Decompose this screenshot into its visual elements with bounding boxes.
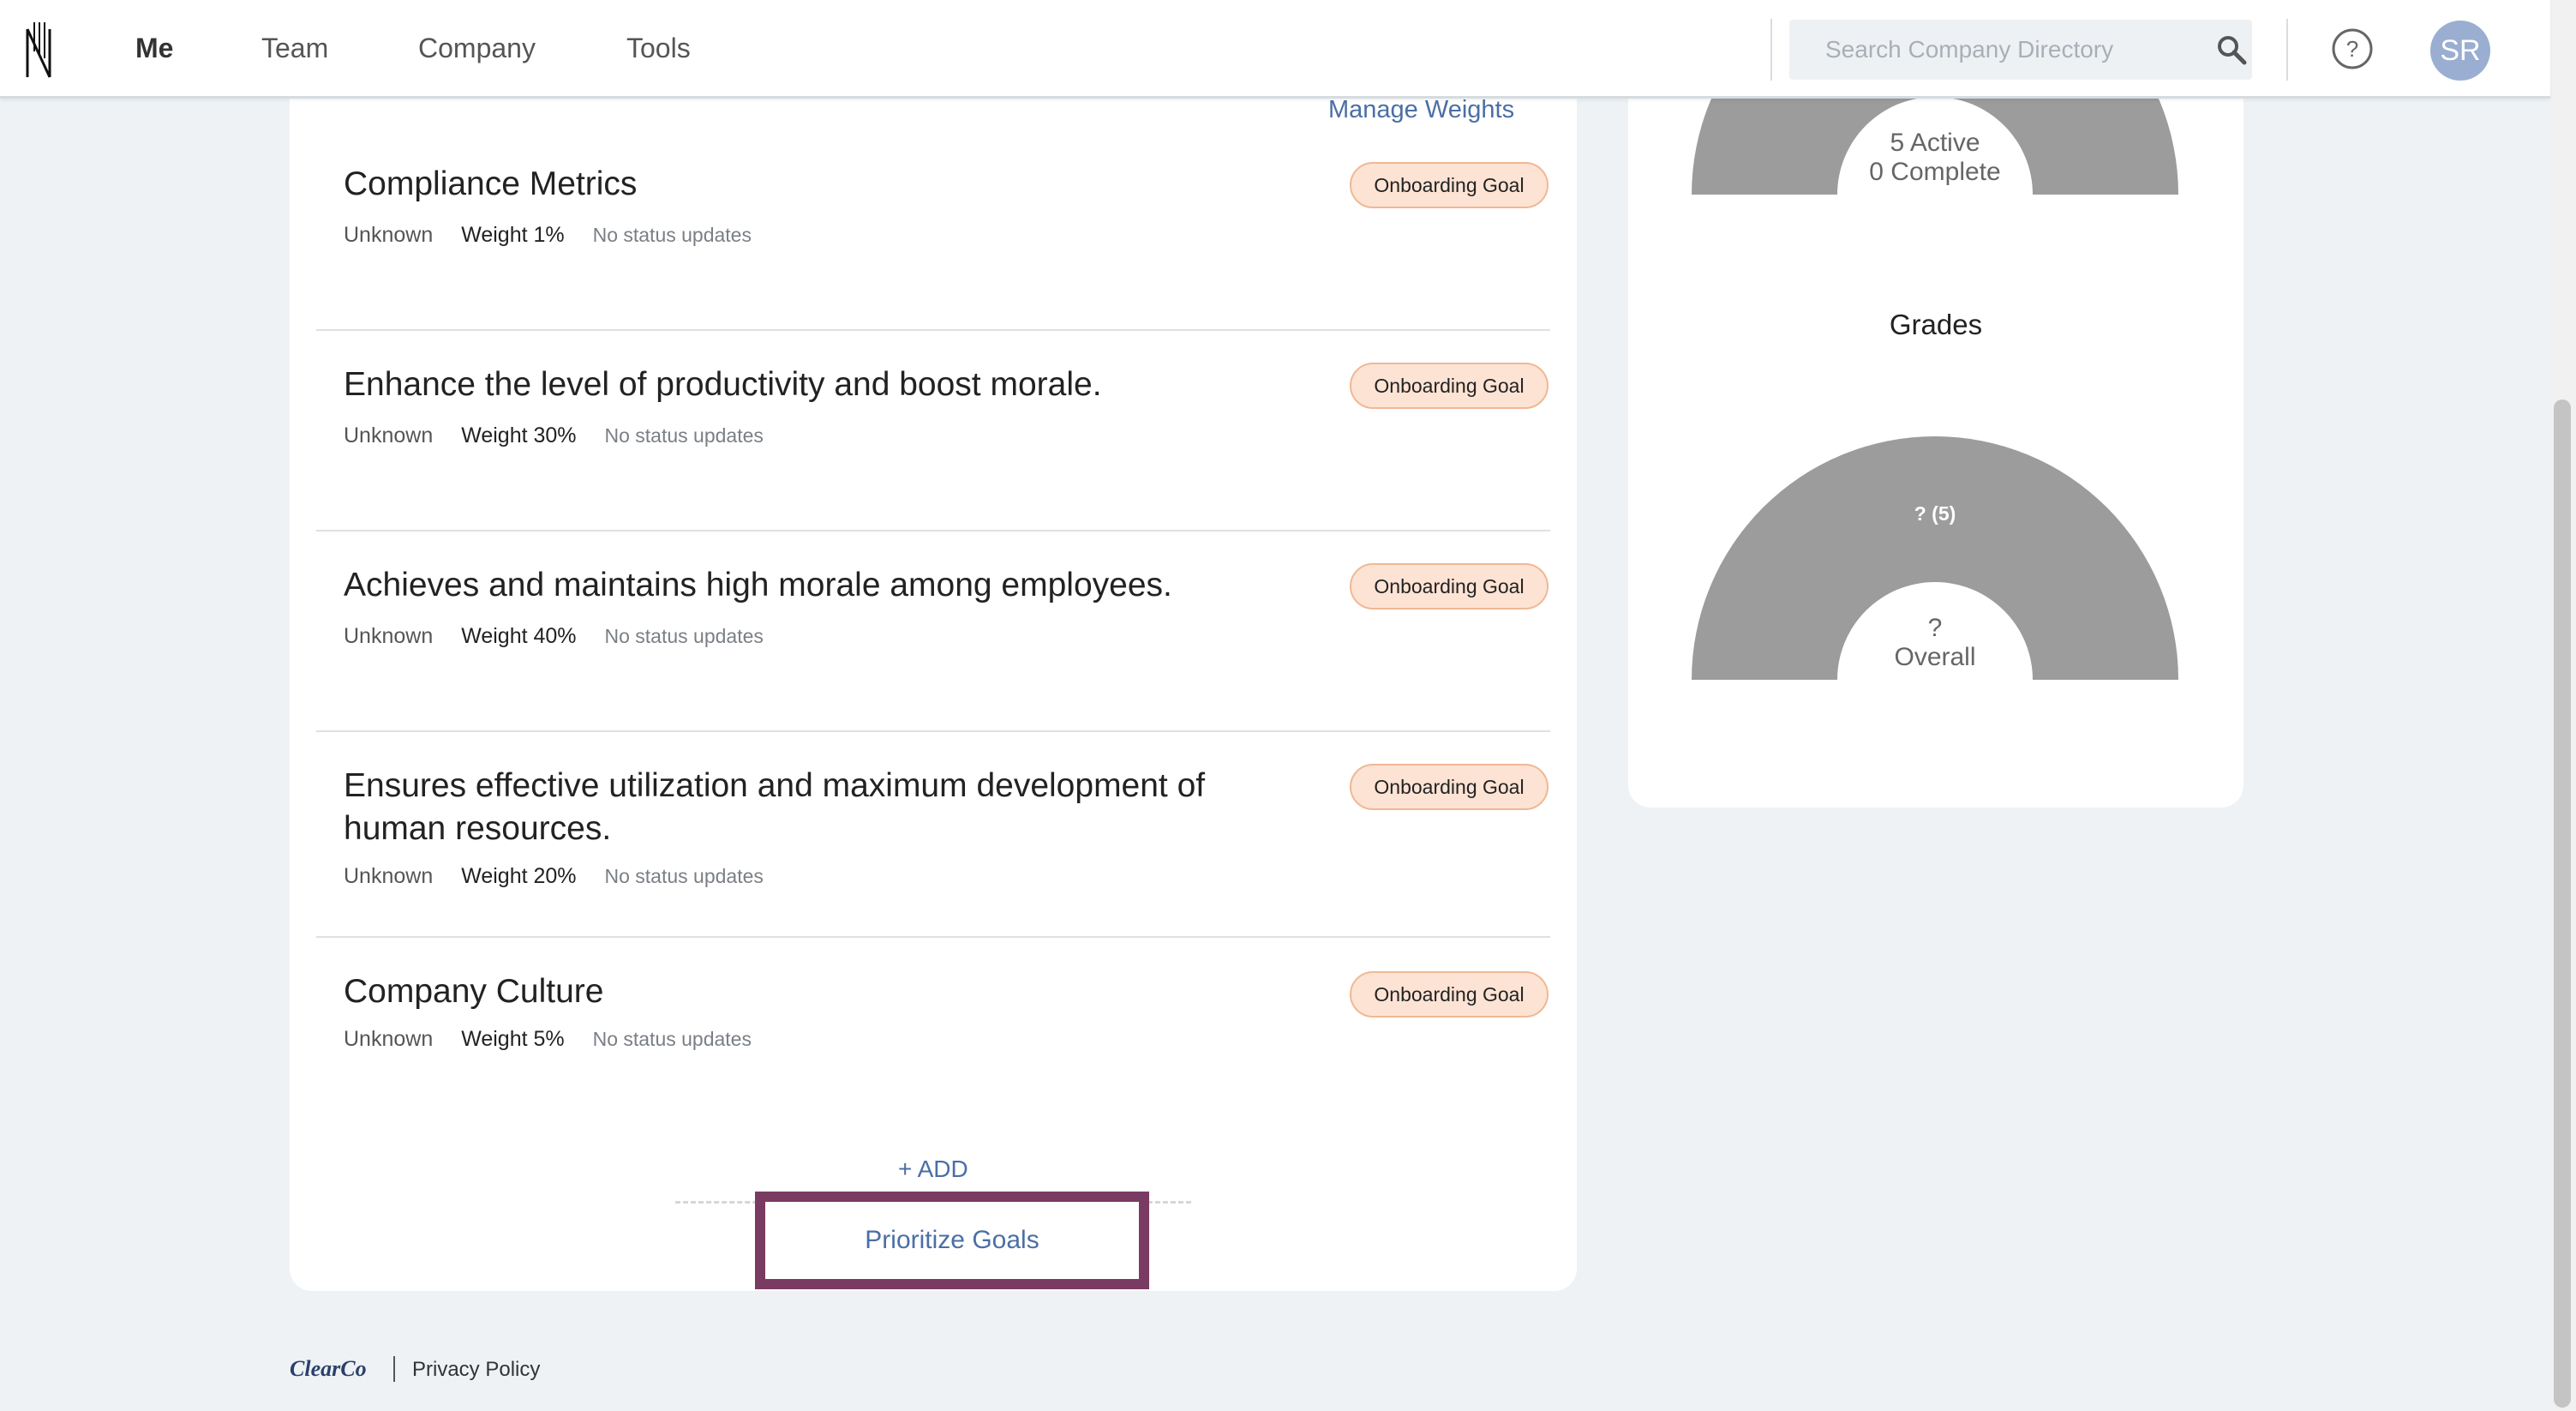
user-avatar[interactable]: SR xyxy=(2430,21,2490,81)
prioritize-goals-button[interactable]: Prioritize Goals xyxy=(765,1202,1139,1279)
goal-status: Unknown xyxy=(344,864,434,888)
nav-tab-company[interactable]: Company xyxy=(418,33,536,64)
goal-weight: Weight 40% xyxy=(461,624,577,648)
goal-divider xyxy=(316,936,1550,938)
goal-updates: No status updates xyxy=(604,424,764,447)
overall-grade-value: ? xyxy=(1927,614,1943,642)
nav-tab-team[interactable]: Team xyxy=(261,33,328,64)
grades-title: Grades xyxy=(1889,309,1983,340)
goal-title[interactable]: Ensures effective utilization and maximu… xyxy=(344,765,1312,850)
goal-updates: No status updates xyxy=(604,625,764,647)
onboarding-goal-badge: Onboarding Goal xyxy=(1350,363,1549,409)
goal-title[interactable]: Enhance the level of productivity and bo… xyxy=(344,363,1312,406)
goal-status: Unknown xyxy=(344,1027,434,1051)
goal-status: Unknown xyxy=(344,624,434,648)
onboarding-goal-badge: Onboarding Goal xyxy=(1350,563,1549,609)
nav-divider xyxy=(2286,19,2288,81)
search-container xyxy=(1789,20,2252,80)
goal-meta: Unknown Weight 40% No status updates xyxy=(344,624,764,649)
goal-divider xyxy=(316,730,1550,732)
manage-weights-link[interactable]: Manage Weights xyxy=(1328,96,1514,124)
goal-updates: No status updates xyxy=(592,1028,752,1050)
goal-updates: No status updates xyxy=(604,865,764,887)
grades-donut-summary: ? Overall xyxy=(1832,614,2038,672)
goal-meta: Unknown Weight 20% No status updates xyxy=(344,864,764,889)
goal-title[interactable]: Company Culture xyxy=(344,970,1312,1013)
goal-summary-card: ? (5) 5 Active 0 Complete Grades ? Overa… xyxy=(1628,51,2244,808)
overall-grade-label: Overall xyxy=(1894,643,1976,671)
search-input[interactable] xyxy=(1789,20,2192,80)
goal-meta: Unknown Weight 1% No status updates xyxy=(344,223,752,248)
company-logo: ClearCo xyxy=(290,1356,367,1381)
goals-card: Manage Weights Compliance Metrics Unknow… xyxy=(290,51,1577,1291)
status-donut-summary: 5 Active 0 Complete xyxy=(1832,129,2038,187)
onboarding-goal-badge: Onboarding Goal xyxy=(1350,162,1549,208)
top-navigation-bar: Me Team Company Tools ? SR xyxy=(0,0,2550,99)
privacy-policy-link[interactable]: Privacy Policy xyxy=(412,1358,540,1382)
add-goal-button[interactable]: + ADD xyxy=(898,1156,968,1183)
complete-count: 0 Complete xyxy=(1869,158,2001,186)
goal-status: Unknown xyxy=(344,423,434,447)
onboarding-goal-badge: Onboarding Goal xyxy=(1350,971,1549,1018)
goal-weight: Weight 20% xyxy=(461,864,577,888)
goal-meta: Unknown Weight 30% No status updates xyxy=(344,423,764,448)
footer-divider xyxy=(393,1356,395,1382)
goal-status: Unknown xyxy=(344,223,434,247)
search-icon[interactable] xyxy=(2216,34,2247,65)
goal-weight: Weight 30% xyxy=(461,423,577,447)
goal-weight: Weight 5% xyxy=(461,1027,565,1051)
scrollbar-thumb[interactable] xyxy=(2554,399,2571,1408)
goal-divider xyxy=(316,530,1550,531)
nav-tab-tools[interactable]: Tools xyxy=(626,33,691,64)
goal-title[interactable]: Compliance Metrics xyxy=(344,163,1312,206)
goal-divider xyxy=(316,329,1550,331)
nav-divider xyxy=(1770,19,1772,81)
nav-tab-me[interactable]: Me xyxy=(135,33,173,64)
goal-title[interactable]: Achieves and maintains high morale among… xyxy=(344,564,1312,607)
goal-meta: Unknown Weight 5% No status updates xyxy=(344,1027,752,1052)
goal-updates: No status updates xyxy=(592,224,752,246)
grades-segment-label: ? (5) xyxy=(1914,502,1956,525)
onboarding-goal-badge: Onboarding Goal xyxy=(1350,764,1549,810)
prioritize-goals-highlight: Prioritize Goals xyxy=(755,1192,1149,1289)
goal-weight: Weight 1% xyxy=(461,223,565,247)
app-logo-icon[interactable] xyxy=(24,21,55,79)
svg-text:?: ? xyxy=(2346,36,2358,62)
help-circle-icon[interactable]: ? xyxy=(2331,27,2374,70)
active-count: 5 Active xyxy=(1890,129,1980,157)
